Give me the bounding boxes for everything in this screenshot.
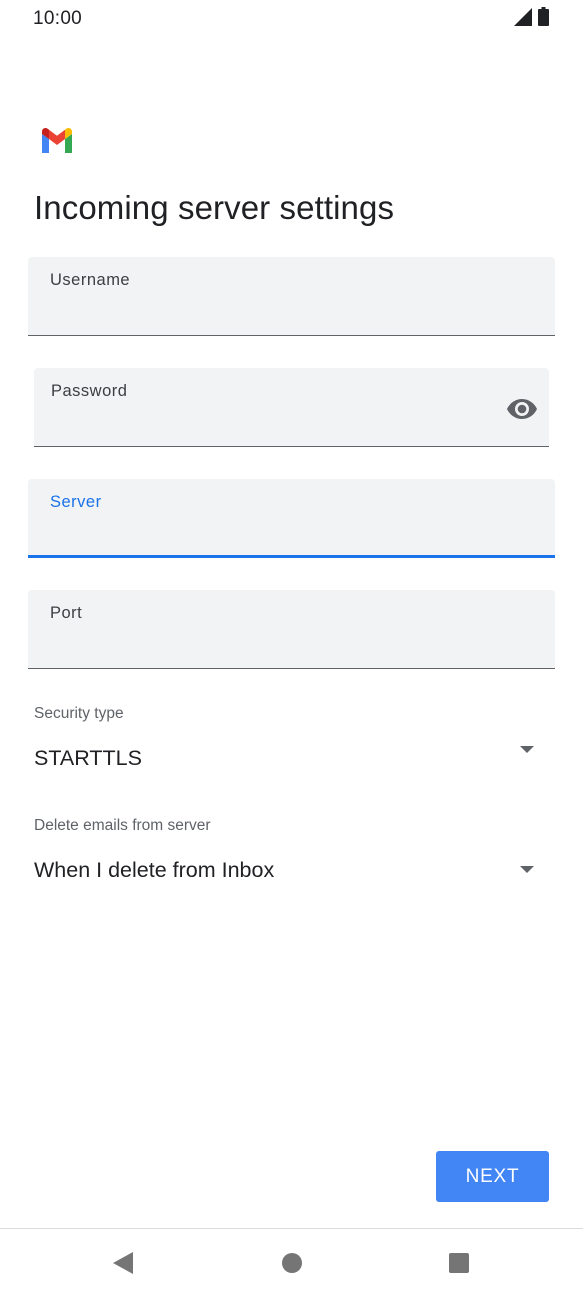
next-button[interactable]: NEXT — [436, 1151, 549, 1202]
password-label: Password — [51, 382, 128, 400]
chevron-down-icon — [520, 866, 534, 873]
page-title: Incoming server settings — [34, 189, 395, 226]
username-label: Username — [50, 271, 131, 289]
signal-icon — [514, 7, 532, 31]
status-time: 10:00 — [33, 8, 83, 29]
back-icon[interactable] — [107, 1247, 139, 1279]
port-input[interactable] — [50, 636, 480, 662]
delete-emails-value: When I delete from Inbox — [34, 858, 275, 882]
status-bar: 10:00 — [0, 0, 583, 40]
password-input[interactable] — [51, 414, 471, 440]
username-input[interactable] — [50, 303, 480, 329]
port-label: Port — [50, 604, 83, 622]
eye-icon[interactable] — [505, 392, 539, 426]
chevron-down-icon — [520, 746, 534, 753]
security-type-label: Security type — [34, 705, 124, 722]
battery-icon — [538, 7, 549, 31]
recents-icon[interactable] — [443, 1247, 475, 1279]
delete-emails-select[interactable]: When I delete from Inbox — [28, 850, 548, 890]
server-field[interactable]: Server — [28, 479, 555, 558]
status-icons — [514, 7, 549, 31]
username-field[interactable]: Username — [28, 257, 555, 336]
server-label: Server — [50, 493, 102, 511]
server-input[interactable] — [50, 523, 480, 549]
home-icon[interactable] — [276, 1247, 308, 1279]
security-type-value: STARTTLS — [34, 746, 142, 770]
delete-emails-label: Delete emails from server — [34, 817, 211, 834]
password-field[interactable]: Password — [34, 368, 549, 447]
nav-bar — [0, 1228, 583, 1297]
gmail-logo — [40, 127, 74, 155]
port-field[interactable]: Port — [28, 590, 555, 669]
security-type-select[interactable]: STARTTLS — [28, 738, 548, 778]
